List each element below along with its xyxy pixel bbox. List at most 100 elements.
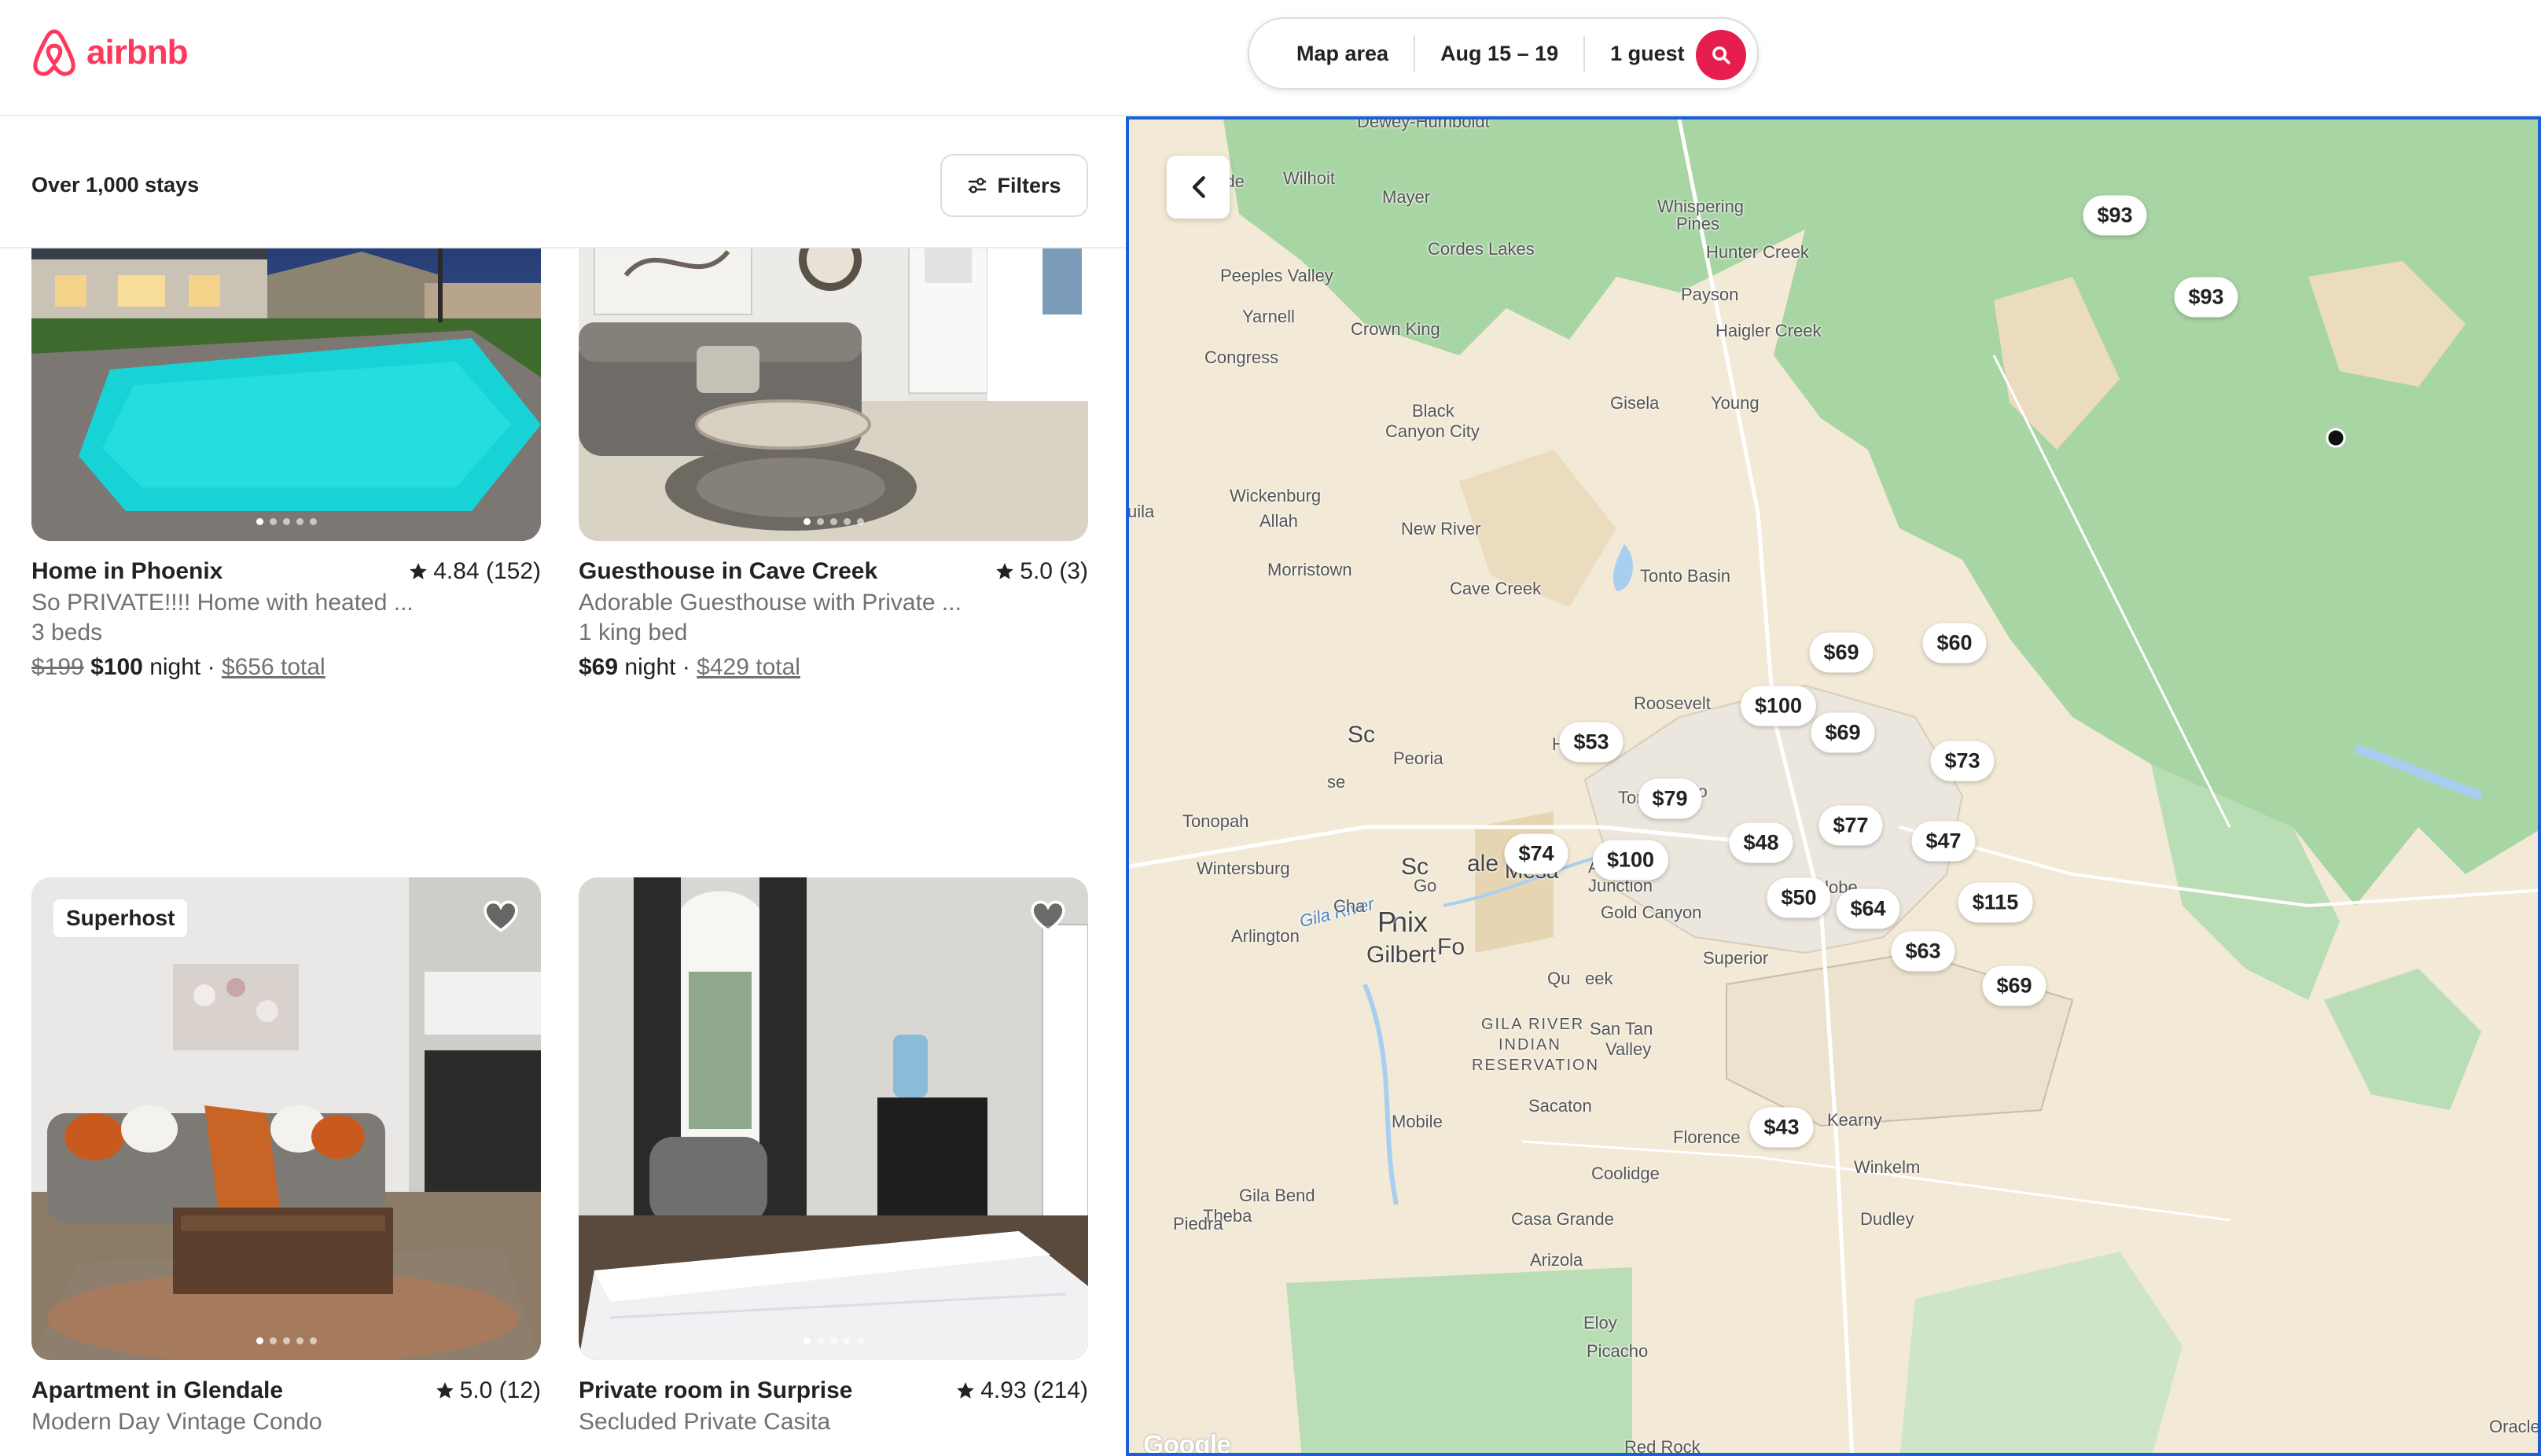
photo-carousel-dots[interactable] [579,1337,1088,1344]
map-place-label: Arlington [1231,926,1300,946]
map-place-label: Sc [1348,722,1376,748]
map-place-label: Haigler Creek [1715,321,1822,340]
price-pin[interactable]: $93 [2174,277,2238,318]
price-original: $199 [31,654,84,680]
map-place-label: Cordes Lakes [1428,239,1535,259]
map-place-label: Cave Creek [1450,579,1542,598]
map-place-label: Kearny [1827,1110,1882,1130]
price-pin[interactable]: $69 [1982,965,2046,1006]
map-place-label: Fo [1437,934,1465,960]
map-place-label: Dewey-Humboldt [1357,116,1490,131]
map-place-label: nix [1392,906,1429,938]
price-pin[interactable]: $69 [1811,712,1875,753]
price-total-link[interactable]: $656 total [222,654,325,680]
map-place-label: uila [1127,502,1155,521]
results-panel: Over 1,000 stays Filters Home in Phoenix… [0,118,1126,1456]
stays-count: Over 1,000 stays [31,173,200,197]
photo-carousel-dots[interactable] [31,1337,541,1344]
top-header: airbnb Map area Aug 15 – 19 1 guest [0,0,2541,116]
heart-icon[interactable] [481,898,520,934]
filters-icon [969,178,987,193]
map-place-label: Payson [1681,285,1739,304]
price-pin[interactable]: $74 [1504,833,1568,874]
results-toolbar: Over 1,000 stays Filters [0,118,1126,248]
map-place-label: Arizola [1530,1250,1583,1270]
map-place-label: Coolidge [1591,1164,1660,1183]
map-place-label: Eloy [1583,1313,1617,1333]
price-pin[interactable]: $48 [1729,822,1793,863]
price-pin[interactable]: $64 [1836,888,1900,929]
listing-subtitle: Secluded Private Casita [579,1409,831,1435]
listing-rating: 5.0 (3) [995,558,1088,585]
map-place-label: Red Rock [1624,1437,1701,1456]
price-separator: · [207,654,215,680]
listing-photo[interactable] [579,877,1088,1360]
listing-title: Apartment in Glendale [31,1377,284,1403]
price-pin[interactable]: $50 [1767,877,1831,918]
search-bar[interactable]: Map area Aug 15 – 19 1 guest [1248,17,1759,90]
price-pin[interactable]: $77 [1818,805,1883,846]
listing-card[interactable]: Superhost Apartment in Glendale 5.0 (12)… [31,877,541,1436]
superhost-badge: Superhost [53,899,188,937]
price-pin[interactable]: $115 [1958,882,2033,923]
price-pin[interactable]: $43 [1749,1107,1814,1148]
airbnb-logo[interactable]: airbnb [30,27,188,79]
search-dates[interactable]: Aug 15 – 19 [1415,42,1583,66]
price-pin[interactable]: $60 [1922,623,1987,664]
map-place-label: Wilhoit [1283,168,1336,188]
map-place-label: Allah [1259,511,1298,531]
map-place-label: eek [1585,969,1613,988]
price-pin[interactable]: $53 [1559,722,1624,763]
location-dot [2326,428,2346,448]
price-pin[interactable]: $63 [1891,931,1955,972]
listing-title: Private room in Surprise [579,1377,853,1403]
price-pin[interactable]: $69 [1809,632,1874,673]
price-pin[interactable]: $100 [1740,686,1817,726]
map-place-label: ale [1467,851,1499,877]
price-pin[interactable]: $79 [1638,778,1702,819]
search-icon [1712,46,1730,64]
price-pin[interactable]: $93 [2083,195,2147,236]
search-location[interactable]: Map area [1271,42,1414,66]
google-attribution: Google [1143,1430,1231,1456]
map-place-label: Congress [1204,347,1279,367]
map-place-label: Qu [1547,969,1571,988]
map-place-label: Tonto Basin [1640,566,1730,586]
map-place-label: Sacaton [1528,1096,1592,1116]
map-place-label: RESERVATION [1472,1057,1600,1074]
map-place-label: Valley [1605,1039,1652,1059]
price-pin[interactable]: $73 [1930,741,1995,781]
collapse-map-button[interactable] [1167,156,1230,219]
listing-rating: 4.93 (214) [955,1377,1088,1404]
price-now: $100 [90,654,143,680]
search-button[interactable] [1696,30,1746,80]
map-place-label: Gila Bend [1239,1186,1315,1205]
map-place-label: Gilbert [1366,942,1436,968]
map-place-label: Gisela [1610,393,1660,413]
price-pin[interactable]: $47 [1911,821,1976,862]
map-place-label: Mobile [1392,1112,1443,1131]
listing-subtitle: Adorable Guesthouse with Private ... [579,590,962,616]
map-place-label: Dudley [1860,1209,1914,1229]
heart-icon[interactable] [1028,898,1068,934]
map-place-label: Black [1412,401,1454,421]
map-place-label: Sc [1401,854,1429,880]
map-place-label: Casa Grande [1511,1209,1614,1229]
price-total-link[interactable]: $429 total [697,654,800,680]
photo-carousel-dots[interactable] [579,518,1088,525]
price-now: $69 [579,654,619,680]
listing-photo[interactable]: Superhost [31,877,541,1360]
photo-carousel-dots[interactable] [31,518,541,525]
logo-text: airbnb [86,33,188,72]
map-place-label: Wintersburg [1197,859,1290,878]
price-pin[interactable]: $100 [1592,840,1669,881]
search-guests[interactable]: 1 guest [1585,42,1710,66]
map-place-label: Roosevelt [1634,693,1711,713]
map-place-label: GILA RIVER [1481,1016,1585,1033]
filters-label: Filters [997,173,1061,197]
listing-detail: 1 king bed [579,620,688,645]
map-panel[interactable]: Dewey-Humboldt Hillside Wilhoit Mayer Wh… [1126,116,2541,1456]
filters-button[interactable]: Filters [940,154,1088,217]
listing-card[interactable]: Private room in Surprise 4.93 (214) Secl… [579,877,1088,1436]
listing-price: $69 night · $429 total [579,654,1088,681]
